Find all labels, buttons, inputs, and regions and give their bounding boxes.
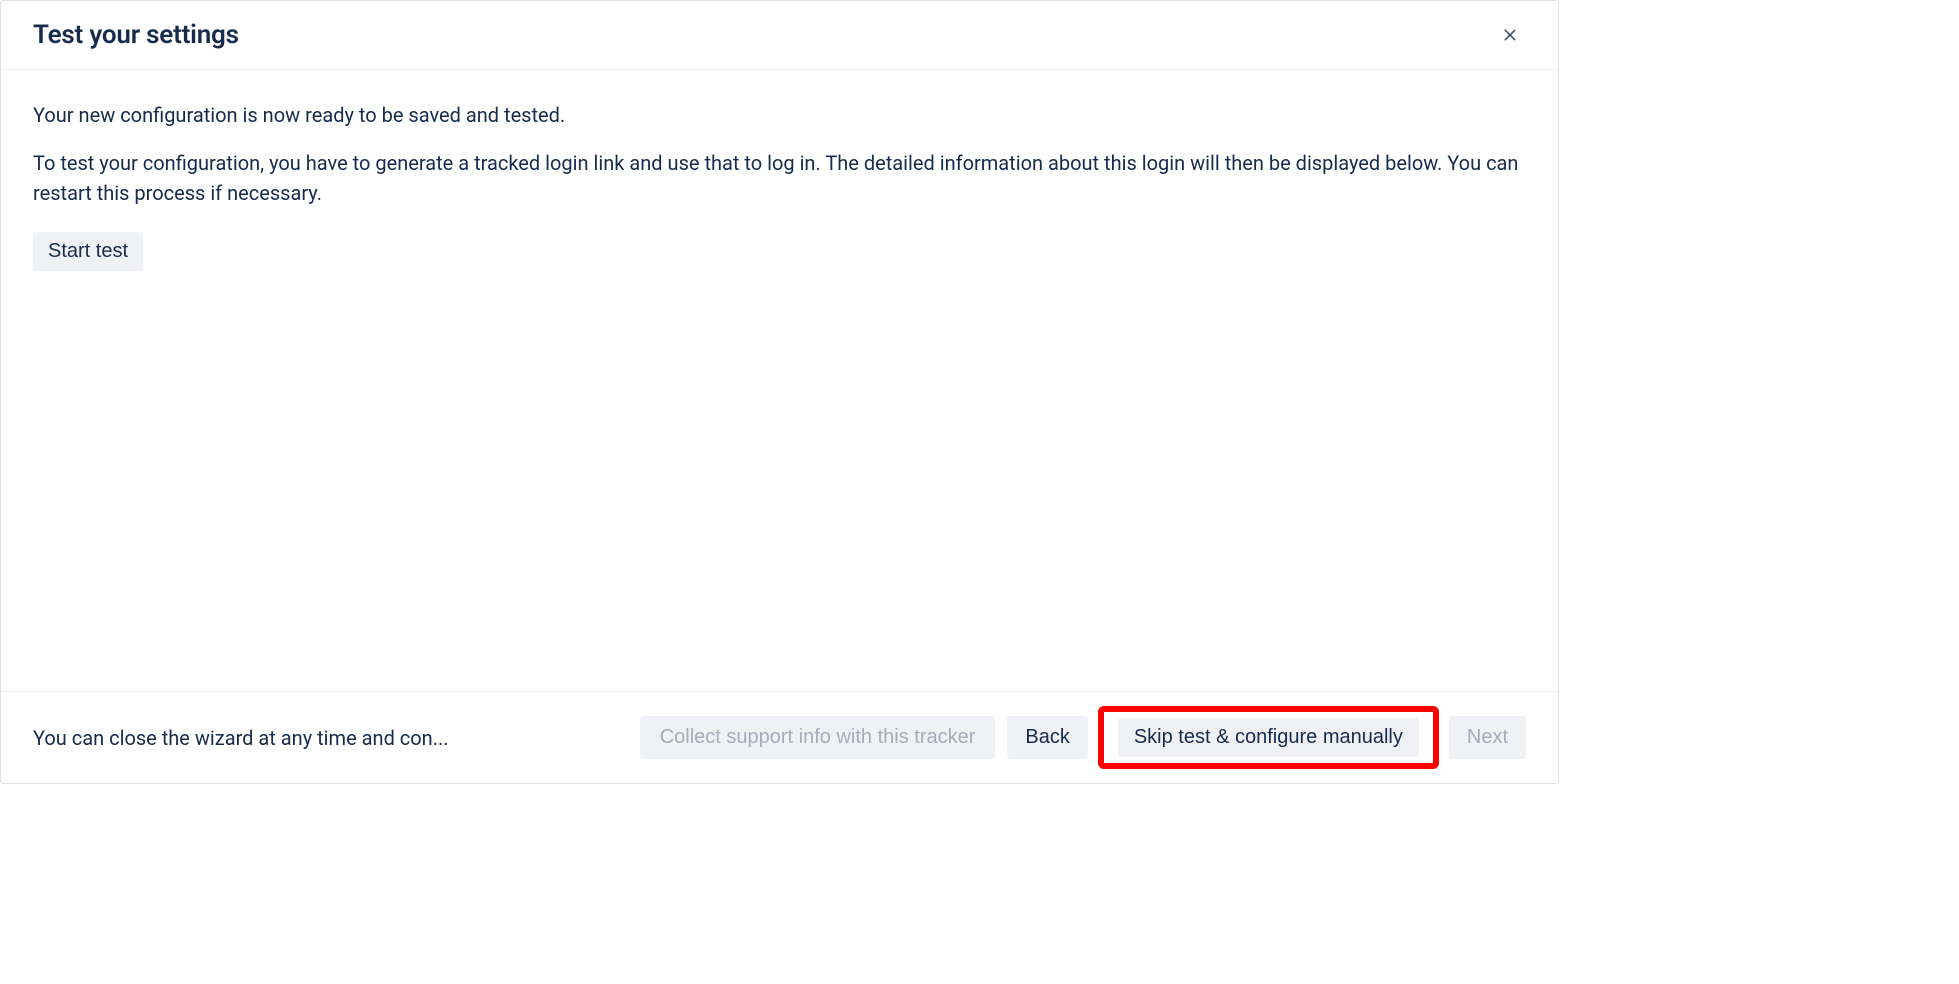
modal-footer: You can close the wizard at any time and… — [1, 691, 1558, 783]
back-button[interactable]: Back — [1007, 716, 1087, 759]
instructions-text: To test your configuration, you have to … — [33, 148, 1526, 208]
intro-text: Your new configuration is now ready to b… — [33, 100, 1526, 130]
settings-test-modal: Test your settings Your new configuratio… — [0, 0, 1559, 784]
modal-body: Your new configuration is now ready to b… — [1, 70, 1558, 691]
footer-buttons: Collect support info with this tracker B… — [640, 708, 1526, 767]
skip-highlight: Skip test & configure manually — [1098, 706, 1439, 769]
footer-note: You can close the wizard at any time and… — [33, 726, 449, 750]
skip-test-button[interactable]: Skip test & configure manually — [1118, 718, 1419, 757]
close-icon — [1500, 25, 1520, 45]
modal-title: Test your settings — [33, 20, 239, 50]
modal-header: Test your settings — [1, 1, 1558, 70]
next-button[interactable]: Next — [1449, 716, 1526, 759]
start-test-button[interactable]: Start test — [33, 232, 143, 271]
close-button[interactable] — [1494, 19, 1526, 51]
collect-support-button[interactable]: Collect support info with this tracker — [640, 716, 996, 759]
